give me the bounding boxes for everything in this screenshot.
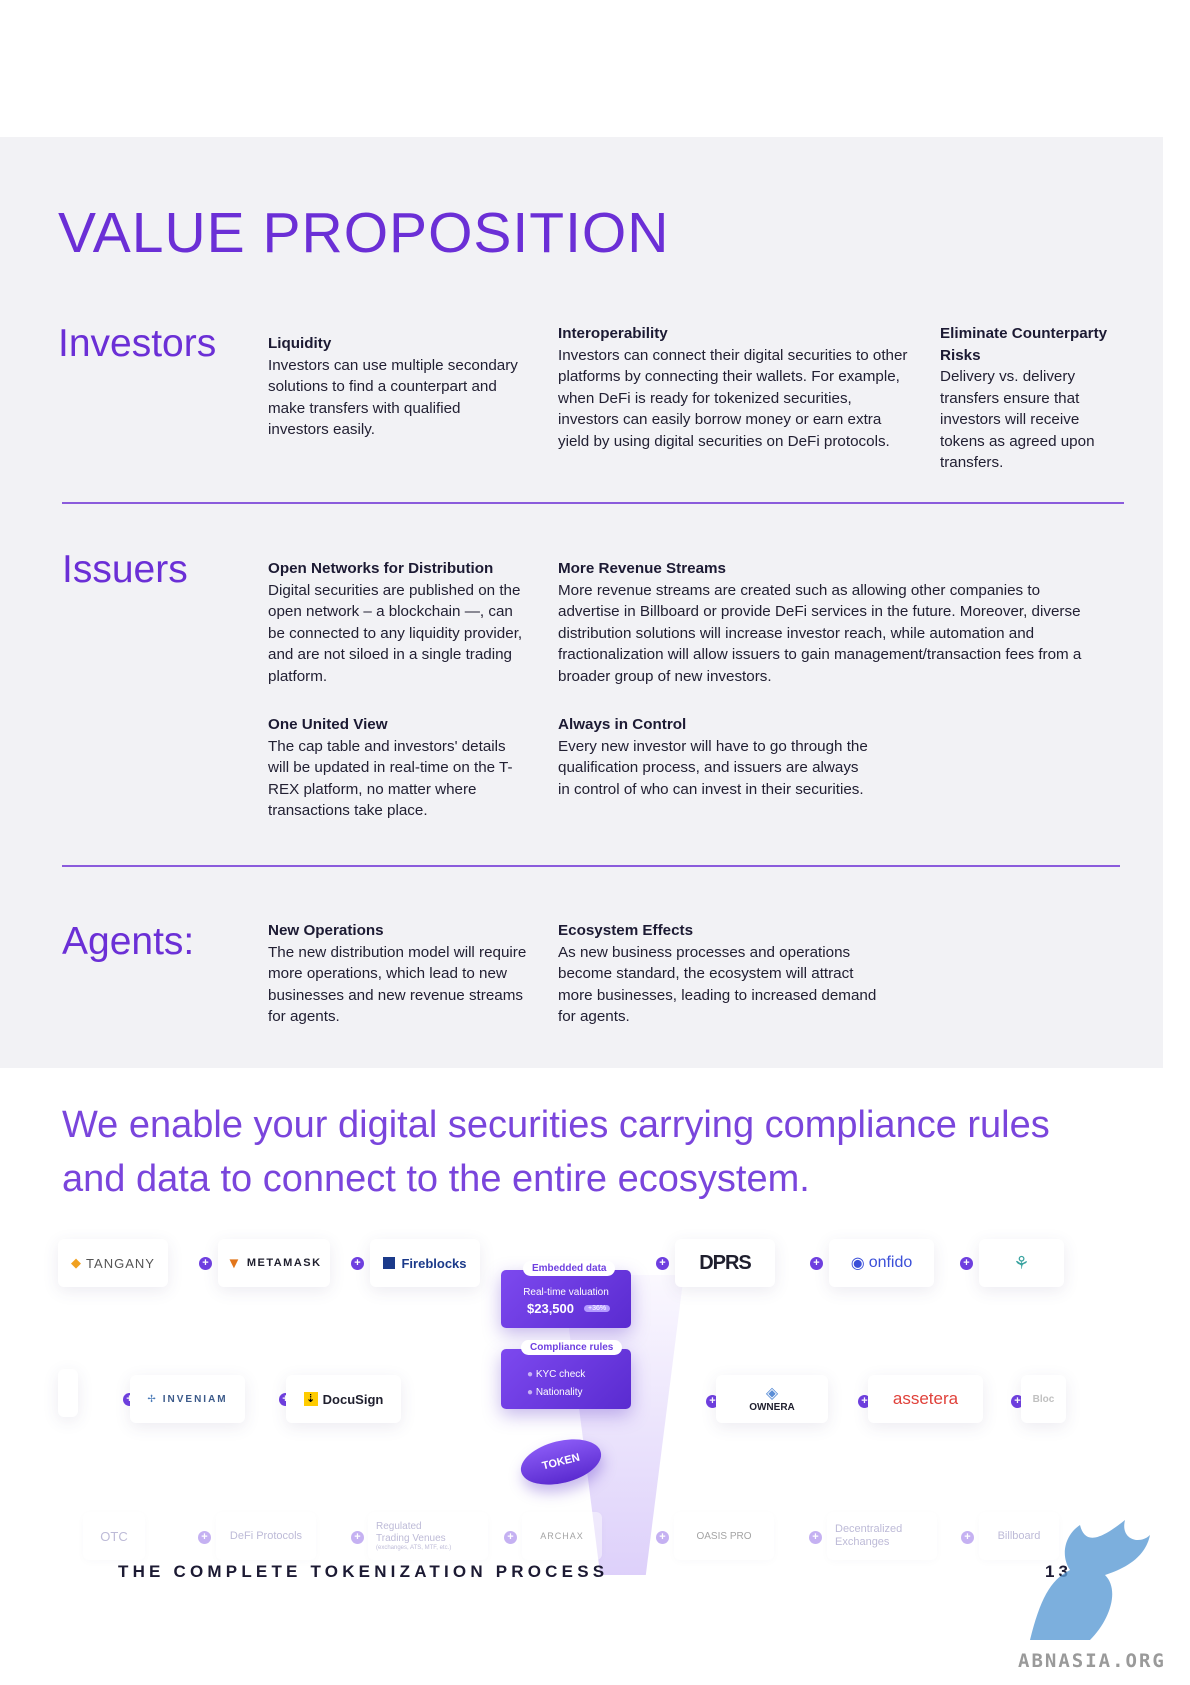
block-body: Investors can use multiple secondary sol… bbox=[268, 356, 518, 439]
valuation-change-badge: +36% bbox=[584, 1305, 611, 1312]
venue-oasis-pro: OASIS PRO bbox=[674, 1512, 774, 1560]
block-heading: More Revenue Streams bbox=[558, 560, 726, 577]
plus-icon: + bbox=[656, 1257, 669, 1270]
section-label-issuers: Issuers bbox=[62, 548, 188, 591]
logo-onfido: ◉ onfido bbox=[829, 1239, 934, 1287]
logo-cutoff bbox=[58, 1369, 78, 1417]
partner-icon: ⚘ bbox=[1013, 1252, 1030, 1273]
block-body: Investors can connect their digital secu… bbox=[558, 346, 908, 450]
logo-dprs: DPRS bbox=[675, 1239, 775, 1287]
tagline: We enable your digital securities carryi… bbox=[62, 1104, 1050, 1200]
logo-ownera: ◈ OWNERA bbox=[716, 1375, 828, 1423]
block-body: The new distribution model will require … bbox=[268, 943, 527, 1026]
compliance-item: ● KYC check bbox=[527, 1369, 586, 1380]
block-more-revenue-streams: More Revenue Streams More revenue stream… bbox=[558, 558, 1098, 687]
block-body: Digital securities are published on the … bbox=[268, 581, 523, 685]
plus-icon: + bbox=[810, 1257, 823, 1270]
plus-icon: + bbox=[199, 1257, 212, 1270]
compliance-item: ● Nationality bbox=[527, 1387, 583, 1398]
plus-icon: + bbox=[504, 1531, 517, 1544]
bullet-icon: ● bbox=[527, 1387, 536, 1398]
block-heading: Eliminate Counterparty Risks bbox=[940, 325, 1108, 364]
valuation-label: Real-time valuation bbox=[523, 1287, 609, 1298]
watermark: ABNASIA.ORG bbox=[1018, 1650, 1166, 1672]
embedded-data-card: Embedded data Real-time valuation $23,50… bbox=[501, 1261, 631, 1328]
venue-otc: OTC bbox=[83, 1512, 145, 1560]
plus-icon: + bbox=[961, 1531, 974, 1544]
block-heading: One United View bbox=[268, 716, 388, 733]
bullet-icon: ● bbox=[527, 1369, 536, 1380]
block-heading: Open Networks for Distribution bbox=[268, 560, 494, 577]
block-body: As new business processes and operations… bbox=[558, 943, 877, 1026]
embedded-data-pill: Embedded data bbox=[523, 1261, 616, 1276]
docusign-icon: ⇣ bbox=[303, 1392, 318, 1406]
block-new-operations: New Operations The new distribution mode… bbox=[268, 920, 530, 1028]
section-divider bbox=[62, 502, 1124, 504]
venue-regulated-trading: Regulated Trading Venues (exchanges, ATS… bbox=[368, 1512, 488, 1560]
footer-doc-title: THE COMPLETE TOKENIZATION PROCESS bbox=[118, 1562, 609, 1581]
block-body: Every new investor will have to go throu… bbox=[558, 737, 868, 798]
block-heading: New Operations bbox=[268, 922, 384, 939]
compliance-rules-card: Compliance rules ● KYC check ● Nationali… bbox=[501, 1340, 631, 1409]
plus-icon: + bbox=[809, 1531, 822, 1544]
logo-docusign: ⇣ DocuSign bbox=[286, 1375, 401, 1423]
plus-icon: + bbox=[351, 1531, 364, 1544]
logo-fireblocks: Fireblocks bbox=[370, 1239, 480, 1287]
venue-decentralized-exchanges: Decentralized Exchanges bbox=[827, 1512, 937, 1560]
logo-inveniam: ✢ INVENIAM bbox=[130, 1375, 245, 1423]
compliance-rules-pill: Compliance rules bbox=[521, 1340, 623, 1355]
tangany-icon: ◆ bbox=[71, 1255, 83, 1270]
plus-icon: + bbox=[198, 1531, 211, 1544]
fox-icon: ▼ bbox=[226, 1254, 243, 1272]
fireblocks-icon bbox=[383, 1257, 396, 1269]
block-heading: Liquidity bbox=[268, 335, 332, 352]
valuation-value: $23,500 bbox=[527, 1301, 574, 1316]
section-label-agents: Agents: bbox=[62, 920, 195, 963]
ownera-icon: ◈ bbox=[765, 1384, 779, 1402]
block-body: Delivery vs. delivery transfers ensure t… bbox=[940, 368, 1095, 471]
section-divider bbox=[62, 865, 1120, 867]
logo-tangany: ◆ TANGANY bbox=[58, 1239, 168, 1287]
onfido-icon: ◉ bbox=[850, 1255, 865, 1272]
inveniam-icon: ✢ bbox=[147, 1393, 158, 1405]
page-title: VALUE PROPOSITION bbox=[58, 201, 670, 265]
block-liquidity: Liquidity Investors can use multiple sec… bbox=[268, 333, 518, 441]
ecosystem-graphic: ◆ TANGANY + ▼ METAMASK + Fireblocks + DPRS… bbox=[58, 1215, 1068, 1575]
block-always-in-control: Always in Control Every new investor wil… bbox=[558, 714, 868, 800]
block-heading: Always in Control bbox=[558, 716, 687, 733]
block-body: More revenue streams are created such as… bbox=[558, 581, 1082, 685]
block-interoperability: Interoperability Investors can connect t… bbox=[558, 323, 908, 452]
plus-icon: + bbox=[656, 1531, 669, 1544]
block-heading: Interoperability bbox=[558, 325, 668, 342]
venue-archax: ARCHAX bbox=[522, 1512, 602, 1560]
plus-icon: + bbox=[960, 1257, 973, 1270]
block-heading: Ecosystem Effects bbox=[558, 922, 694, 939]
logo-metamask: ▼ METAMASK bbox=[218, 1239, 330, 1287]
block-eliminate-counterparty-risks: Eliminate Counterparty Risks Delivery vs… bbox=[940, 323, 1120, 474]
logo-assetera: assetera bbox=[868, 1375, 983, 1423]
plus-icon: + bbox=[351, 1257, 364, 1270]
griffin-logo-icon bbox=[1030, 1520, 1150, 1640]
block-body: The cap table and investors' details wil… bbox=[268, 737, 513, 820]
block-open-networks: Open Networks for Distribution Digital s… bbox=[268, 558, 530, 687]
logo-bloc: Bloc bbox=[1021, 1375, 1066, 1423]
logo-partner: ⚘ bbox=[979, 1239, 1064, 1287]
venue-defi-protocols: DeFi Protocols bbox=[216, 1512, 316, 1560]
block-one-united-view: One United View The cap table and invest… bbox=[268, 714, 530, 822]
section-label-investors: Investors bbox=[58, 322, 217, 365]
block-ecosystem-effects: Ecosystem Effects As new business proces… bbox=[558, 920, 878, 1028]
